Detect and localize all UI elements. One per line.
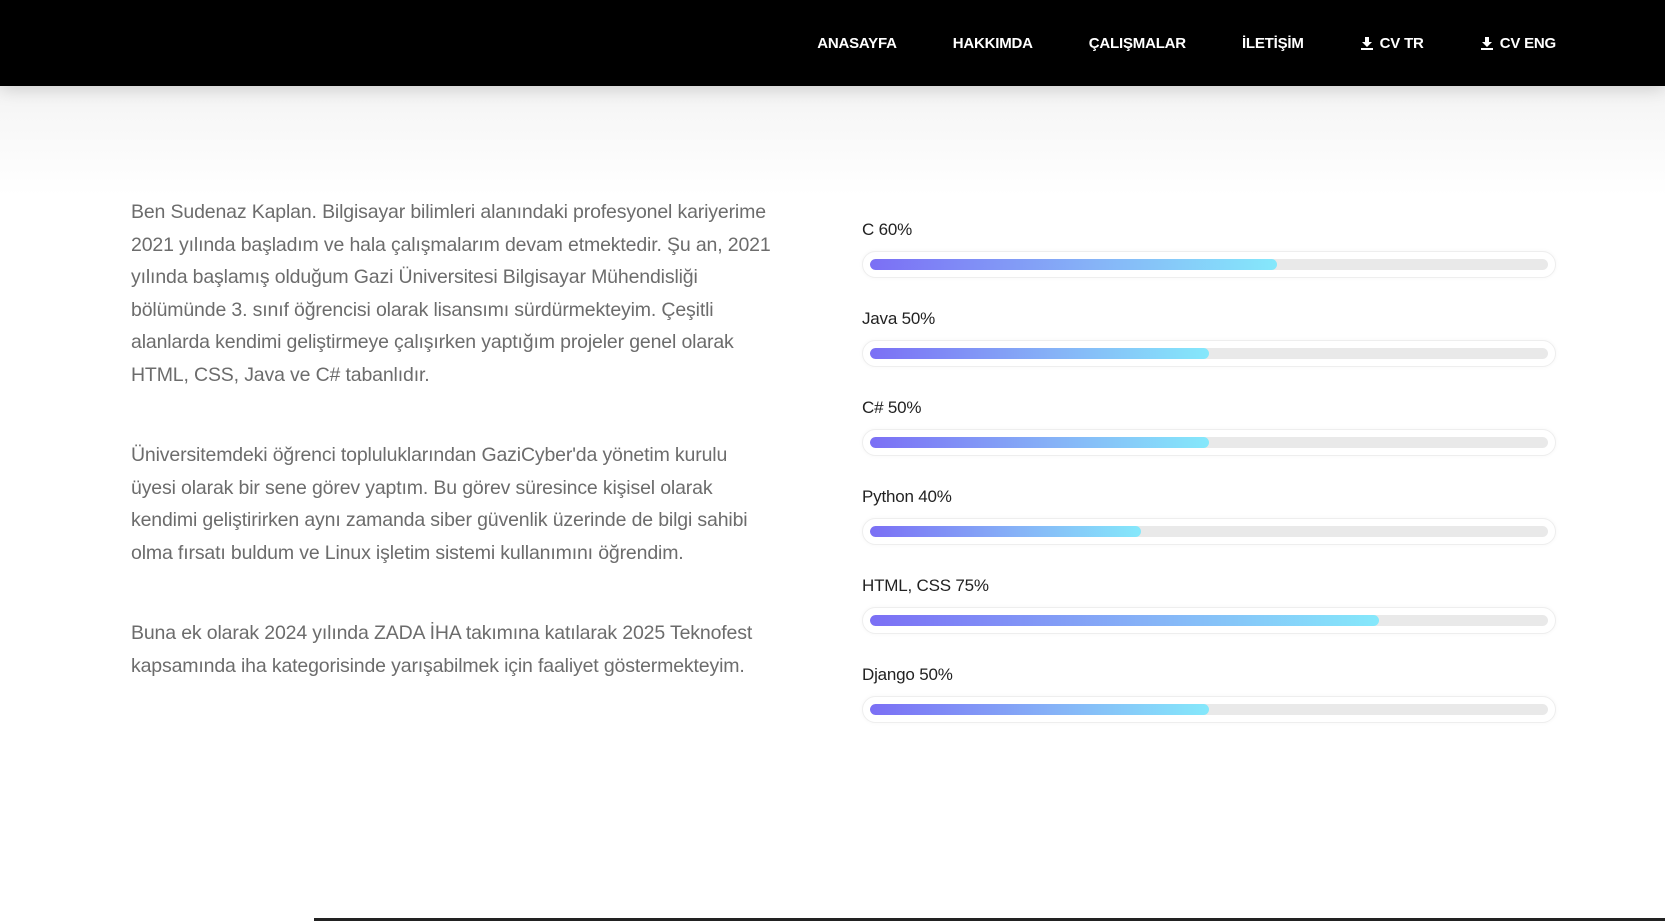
skill-progress-fill bbox=[870, 615, 1379, 626]
cv-tr-download-link[interactable]: CV TR bbox=[1360, 35, 1424, 52]
cv-eng-download-link[interactable]: CV ENG bbox=[1480, 35, 1556, 52]
skill-progress-rail bbox=[870, 259, 1548, 270]
nav-link-label: İLETİŞİM bbox=[1241, 34, 1304, 52]
skill-item-java: Java 50% bbox=[862, 307, 1556, 396]
nav-link-label: CV ENG bbox=[1499, 34, 1557, 52]
skill-progress-rail bbox=[870, 615, 1548, 626]
about-section: Ben Sudenaz Kaplan. Bilgisayar bilimleri… bbox=[131, 196, 771, 730]
nav-link-anasayfa[interactable]: ANASAYFA bbox=[817, 35, 897, 52]
nav-link-label: HAKKIMDA bbox=[952, 34, 1033, 52]
nav-link-label: CV TR bbox=[1379, 34, 1424, 52]
download-icon bbox=[1360, 37, 1373, 50]
nav-link-label: ÇALIŞMALAR bbox=[1088, 34, 1186, 52]
skill-label: Django 50% bbox=[862, 665, 953, 684]
skill-label: HTML, CSS 75% bbox=[862, 576, 989, 595]
skill-item-html-css: HTML, CSS 75% bbox=[862, 574, 1556, 663]
skill-item-django: Django 50% bbox=[862, 663, 1556, 752]
nav-link-label: ANASAYFA bbox=[817, 34, 897, 52]
skill-progress-fill bbox=[870, 348, 1209, 359]
nav-link-hakkimda[interactable]: HAKKIMDA bbox=[953, 35, 1033, 52]
skill-progress-fill bbox=[870, 437, 1209, 448]
skill-label: Python 40% bbox=[862, 487, 952, 506]
skill-progress-rail bbox=[870, 526, 1548, 537]
skill-progress-track bbox=[862, 696, 1556, 723]
skill-progress-track bbox=[862, 340, 1556, 367]
skill-progress-fill bbox=[870, 526, 1142, 537]
download-icon bbox=[1480, 37, 1493, 50]
nav-link-iletisim[interactable]: İLETİŞİM bbox=[1242, 35, 1304, 52]
skill-label: Java 50% bbox=[862, 309, 936, 328]
skill-progress-fill bbox=[870, 259, 1277, 270]
skill-item-csharp: C# 50% bbox=[862, 396, 1556, 485]
about-paragraph-intro: Ben Sudenaz Kaplan. Bilgisayar bilimleri… bbox=[131, 201, 771, 386]
nav-link-calismalar[interactable]: ÇALIŞMALAR bbox=[1089, 35, 1186, 52]
skill-progress-track bbox=[862, 251, 1556, 278]
skill-progress-fill bbox=[870, 704, 1209, 715]
skill-item-python: Python 40% bbox=[862, 485, 1556, 574]
skill-label: C 60% bbox=[862, 220, 913, 239]
skill-progress-rail bbox=[870, 348, 1548, 359]
skill-item-c: C 60% bbox=[862, 218, 1556, 307]
skill-progress-rail bbox=[870, 437, 1548, 448]
skill-progress-track bbox=[862, 607, 1556, 634]
skills-section: C 60% Java 50% C# 50% Python 40% HTML, C… bbox=[862, 218, 1556, 752]
skill-label: C# 50% bbox=[862, 398, 922, 417]
nav-menu: ANASAYFA HAKKIMDA ÇALIŞMALAR İLETİŞİM CV… bbox=[817, 0, 1556, 86]
header-shadow-band bbox=[0, 86, 1665, 196]
skill-progress-track bbox=[862, 429, 1556, 456]
skill-progress-rail bbox=[870, 704, 1548, 715]
skill-progress-track bbox=[862, 518, 1556, 545]
about-paragraph-gazicyber: Üniversitemdeki öğrenci topluluklarından… bbox=[131, 444, 748, 564]
about-paragraph-zada: Buna ek olarak 2024 yılında ZADA İHA tak… bbox=[131, 622, 753, 677]
top-navbar: ANASAYFA HAKKIMDA ÇALIŞMALAR İLETİŞİM CV… bbox=[0, 0, 1665, 86]
